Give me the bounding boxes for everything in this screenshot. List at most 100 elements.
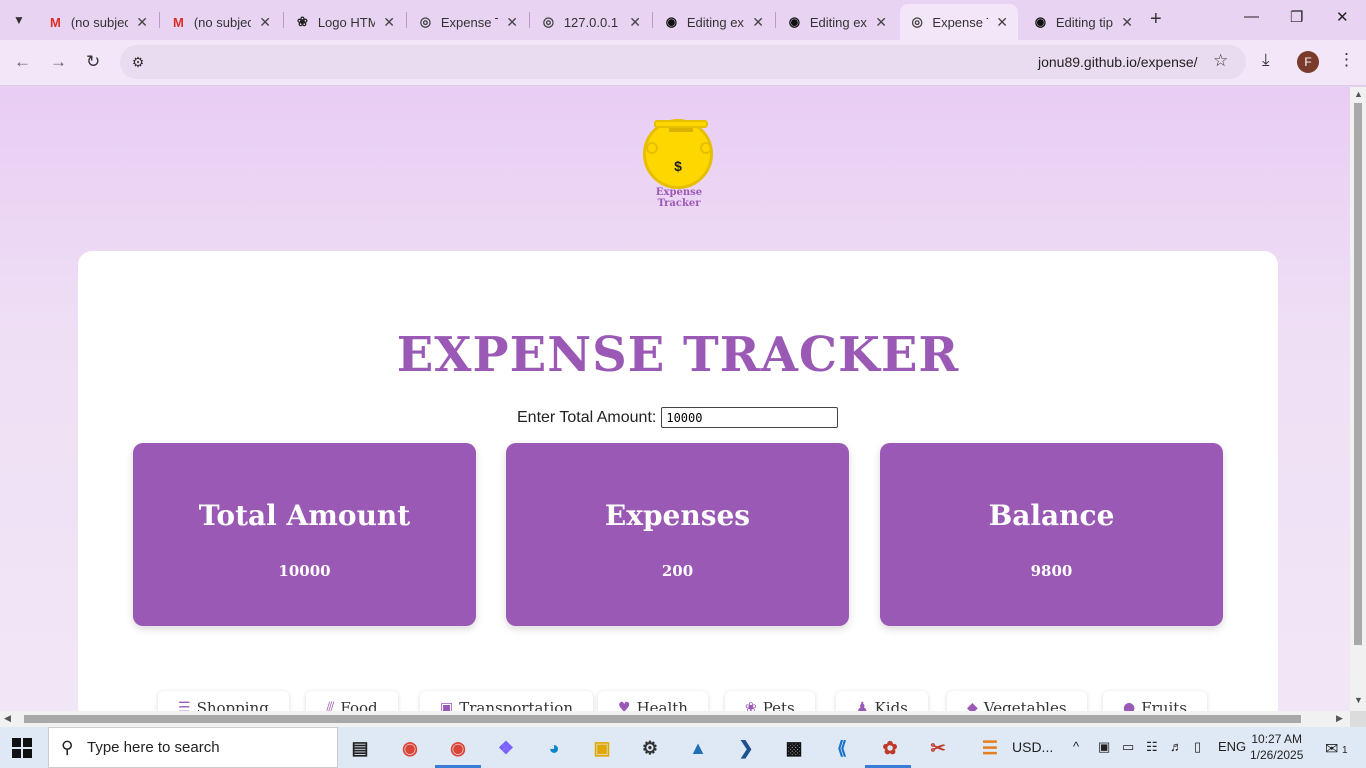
browser-tab[interactable]: M (no subject) ✕	[161, 4, 281, 40]
category-kids-button[interactable]: ♟ Kids	[836, 691, 928, 711]
amount-label: Enter Total Amount:	[517, 408, 657, 426]
snipping-tool-icon[interactable]: ✂	[923, 733, 953, 763]
copilot-icon[interactable]: ❖	[491, 733, 521, 763]
browser-tab[interactable]: M (no subject) ✕	[38, 4, 158, 40]
tab-separator	[529, 12, 530, 28]
settings-gear-icon[interactable]: ⚙	[635, 733, 665, 763]
browser-tab[interactable]: ◉ Editing expense ✕	[654, 4, 774, 40]
download-icon[interactable]: ⤓	[1262, 50, 1270, 70]
browser-tab[interactable]: ◎ 127.0.0.1 ✕	[531, 4, 651, 40]
tab-title: (no subject)	[70, 14, 129, 30]
browser-tab[interactable]: ❀ Logo HTML ✕	[285, 4, 405, 40]
tray-chevron-icon[interactable]: ^	[1073, 739, 1079, 754]
weather-icon[interactable]: ☰	[975, 733, 1005, 763]
github-icon: ◉	[665, 14, 678, 29]
tab-separator	[159, 12, 160, 28]
forward-arrow-icon[interactable]: →	[50, 52, 67, 72]
language-indicator[interactable]: ENG	[1218, 739, 1246, 754]
taskbar-clock[interactable]: 10:27 AM 1/26/2025	[1250, 731, 1303, 763]
scroll-up-icon[interactable]: ▲	[1354, 89, 1363, 99]
web-page: $ Expense Tracker EXPENSE TRACKER Enter …	[0, 87, 1350, 711]
pot-handle-left	[646, 142, 658, 154]
url-text[interactable]: jonu89.github.io/expense/	[1038, 54, 1198, 70]
total-amount-input[interactable]	[661, 407, 839, 428]
scrollbar-corner	[1350, 711, 1366, 727]
terminal-icon[interactable]: ▩	[779, 733, 809, 763]
tab-close-icon[interactable]: ✕	[506, 14, 518, 31]
browser-tab[interactable]: ◉ Editing expense ✕	[777, 4, 897, 40]
tab-close-icon[interactable]: ✕	[383, 14, 395, 31]
scroll-right-icon[interactable]: ▶	[1336, 713, 1343, 724]
close-window-icon[interactable]: ✕	[1336, 8, 1349, 26]
tab-close-icon[interactable]: ✕	[136, 14, 148, 31]
category-label: Vegetables	[983, 699, 1067, 711]
horizontal-scroll-thumb[interactable]	[24, 715, 1301, 723]
tab-close-icon[interactable]: ✕	[259, 14, 271, 31]
address-bar[interactable]: ⚙ jonu89.github.io/expense/ ☆	[120, 45, 1246, 79]
notification-icon[interactable]: ✉	[1325, 739, 1338, 759]
tab-search-chevron-icon[interactable]: ▼	[6, 8, 32, 32]
weather-text[interactable]: USD...	[1012, 739, 1053, 755]
browser-tab[interactable]: ◎ Expense Tracker ✕	[900, 4, 1018, 40]
chrome-profile-icon[interactable]: ◉	[443, 733, 473, 763]
coin-pot-icon: $	[643, 119, 713, 189]
kebab-menu-icon[interactable]: ⋮	[1338, 50, 1355, 70]
browser-tab[interactable]: ◎ Expense Tracker ✕	[408, 4, 528, 40]
vscode-icon[interactable]: ⟪	[827, 733, 857, 763]
globe-icon: ◎	[911, 14, 923, 29]
coin-slot	[669, 128, 693, 132]
summary-card-value: 200	[661, 562, 694, 580]
task-view-icon[interactable]: ▤	[345, 733, 375, 763]
battery-icon[interactable]: ▭	[1122, 739, 1134, 755]
photos-icon[interactable]: ▲	[683, 733, 713, 763]
reload-icon[interactable]: ↻	[86, 52, 100, 72]
minimize-icon[interactable]: —	[1244, 8, 1259, 25]
tab-close-icon[interactable]: ✕	[752, 14, 764, 31]
vertical-scroll-thumb[interactable]	[1354, 103, 1362, 645]
restore-icon[interactable]: ❐	[1290, 8, 1303, 26]
scroll-down-icon[interactable]: ▼	[1354, 695, 1363, 705]
new-tab-button[interactable]: +	[1150, 8, 1162, 31]
windows-taskbar: ⚲ Type here to search ▤ ◉ ◉ ❖ ◕ ▣ ⚙ ▲ ❯ …	[0, 727, 1366, 768]
category-fruits-button[interactable]: ● Fruits	[1103, 691, 1207, 711]
powershell-icon[interactable]: ❯	[731, 733, 761, 763]
tab-close-icon[interactable]: ✕	[1121, 14, 1133, 31]
clock-date: 1/26/2025	[1250, 748, 1304, 762]
tab-title: (no subject)	[193, 14, 252, 30]
wifi-icon[interactable]: ☷	[1146, 739, 1158, 755]
summary-card: Total Amount 10000	[133, 443, 476, 626]
vertical-scrollbar[interactable]: ▲ ▼	[1350, 87, 1366, 711]
horizontal-scrollbar[interactable]: ◀ ▶	[0, 711, 1350, 727]
file-explorer-icon[interactable]: ▣	[587, 733, 617, 763]
site-settings-icon[interactable]: ⚙	[128, 52, 148, 72]
category-vegetables-button[interactable]: ◆ Vegetables	[947, 691, 1087, 711]
category-food-button[interactable]: ⫻ Food	[306, 691, 398, 711]
tab-close-icon[interactable]: ✕	[629, 14, 641, 31]
tab-title: Expense Tracker	[932, 14, 988, 30]
browser-tab-strip: ▼ M (no subject) ✕ M (no subject) ✕ ❀ Logo HTML…	[0, 0, 1366, 40]
taskbar-search-box[interactable]: ⚲ Type here to search	[48, 727, 338, 768]
carrot-icon: ◆	[967, 700, 978, 711]
search-icon: ⚲	[61, 738, 74, 757]
edge-icon[interactable]: ◕	[539, 733, 569, 763]
chrome-icon[interactable]: ◉	[395, 733, 425, 763]
paint-icon[interactable]: ✿	[875, 733, 905, 763]
browser-tab[interactable]: ◉ Editing tips ✕	[1023, 4, 1143, 40]
category-label: Health	[636, 699, 688, 711]
tab-close-icon[interactable]: ✕	[996, 14, 1008, 31]
tray-device-icon[interactable]: ▣	[1098, 739, 1110, 755]
windows-start-icon[interactable]	[12, 738, 32, 758]
back-arrow-icon[interactable]: ←	[14, 52, 31, 72]
profile-avatar[interactable]: F	[1297, 51, 1319, 73]
display-icon[interactable]: ▯	[1194, 739, 1201, 755]
volume-icon[interactable]: ♬	[1170, 739, 1183, 754]
category-health-button[interactable]: ♥ Health	[598, 691, 708, 711]
bookmark-star-icon[interactable]: ☆	[1213, 51, 1228, 71]
category-pets-button[interactable]: ❀ Pets	[725, 691, 815, 711]
clock-time: 10:27 AM	[1251, 732, 1303, 746]
dollar-sign: $	[674, 158, 682, 174]
category-shopping-button[interactable]: ☰ Shopping	[158, 691, 289, 711]
category-transportation-button[interactable]: ▣ Transportation	[420, 691, 594, 711]
scroll-left-icon[interactable]: ◀	[4, 713, 11, 724]
tab-close-icon[interactable]: ✕	[875, 14, 887, 31]
